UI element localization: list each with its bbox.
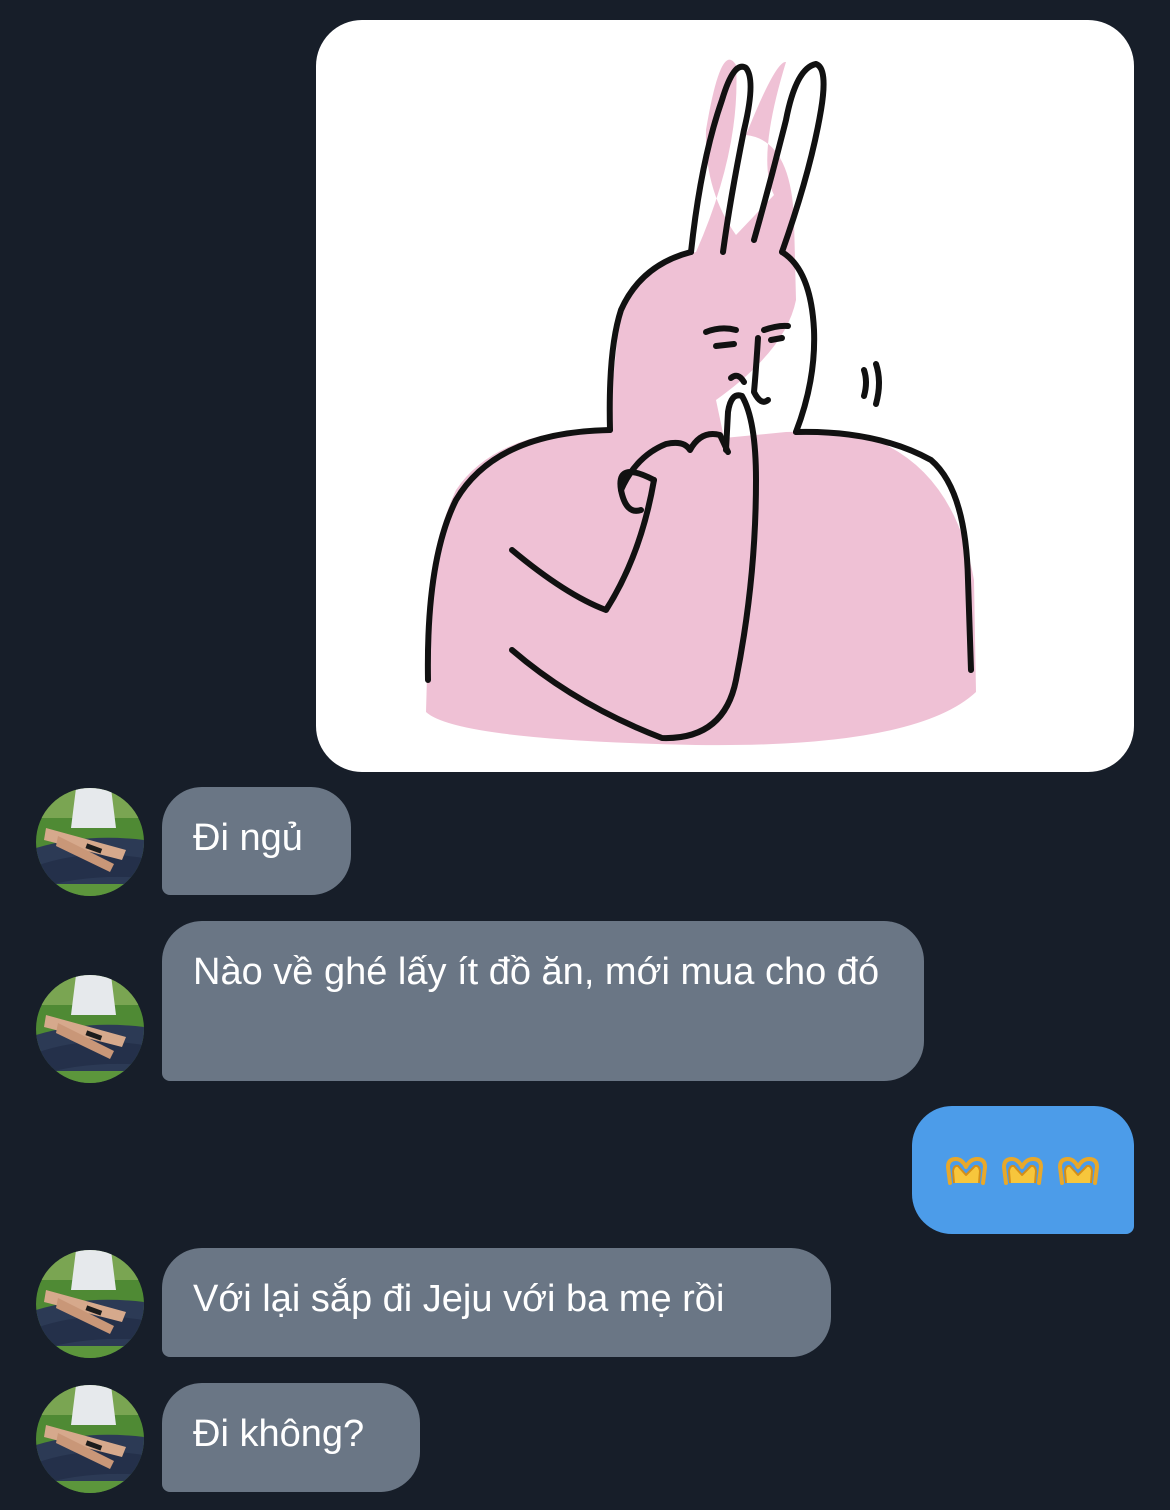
message-text: Đi không? (193, 1413, 365, 1455)
avatar-image (36, 1250, 144, 1358)
heart-hands-icon (1000, 1155, 1046, 1185)
contact-avatar[interactable] (36, 1385, 144, 1493)
heart-hands-icon (1056, 1155, 1102, 1185)
contact-avatar[interactable] (36, 975, 144, 1083)
avatar-image (36, 1385, 144, 1493)
message-bubble-incoming[interactable]: Với lại sắp đi Jeju với ba mẹ rồi (162, 1248, 831, 1357)
rabbit-sticker-art (424, 59, 976, 746)
message-bubble-incoming[interactable]: Đi ngủ (162, 787, 351, 895)
avatar-image (36, 975, 144, 1083)
pink-rabbit-thinking-sticker[interactable] (316, 20, 1134, 772)
contact-avatar[interactable] (36, 788, 144, 896)
message-bubble-incoming[interactable]: Nào về ghé lấy ít đồ ăn, mới mua cho đó (162, 921, 924, 1081)
avatar-image (36, 788, 144, 896)
heart-hands-icon (944, 1155, 990, 1185)
emoji-message (944, 1155, 1102, 1185)
message-text: Đi ngủ (193, 817, 303, 859)
message-text: Nào về ghé lấy ít đồ ăn, mới mua cho đó (193, 951, 880, 993)
message-text: Với lại sắp đi Jeju với ba mẹ rồi (193, 1278, 725, 1320)
message-bubble-incoming[interactable]: Đi không? (162, 1383, 420, 1492)
message-bubble-outgoing[interactable] (912, 1106, 1134, 1234)
contact-avatar[interactable] (36, 1250, 144, 1358)
